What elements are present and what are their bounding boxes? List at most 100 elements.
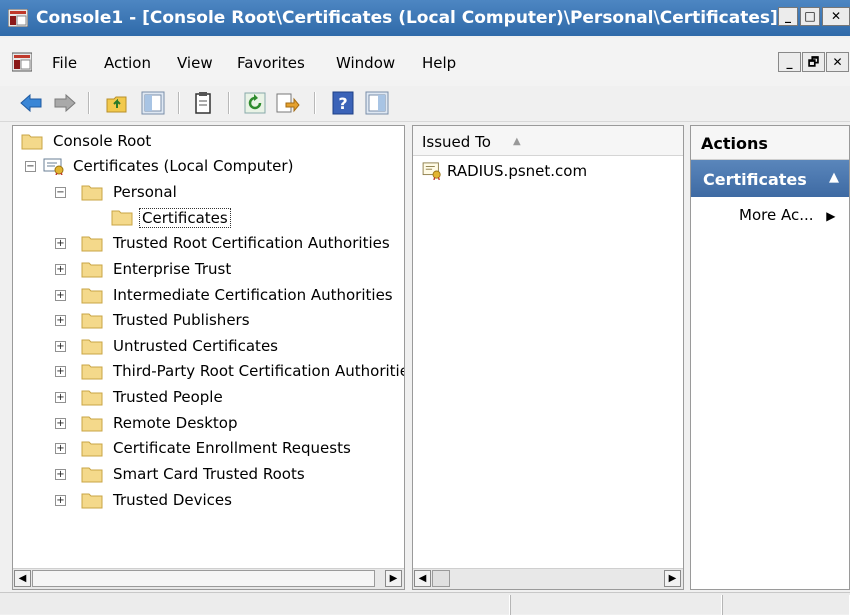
svg-text:?: ? [338,94,347,113]
tree-item-label: Untrusted Certificates [113,337,278,355]
expand-toggle[interactable]: + [55,392,66,403]
tree-item-label: Third-Party Root Certification Authoriti… [113,362,404,380]
scrollbar-thumb[interactable] [432,570,450,587]
toolbar-separator [314,92,316,114]
maximize-button[interactable]: □ [800,7,820,26]
folder-icon [81,467,103,483]
expand-toggle[interactable]: + [55,341,66,352]
status-cell-tertiary [722,595,850,615]
menu-help[interactable]: Help [422,54,456,72]
mmc-console-icon [8,9,28,27]
menu-file[interactable]: File [52,54,77,72]
folder-icon [81,390,103,406]
tree-item-label: Trusted Publishers [113,311,250,329]
expand-toggle[interactable]: + [55,469,66,480]
certificate-snapin-icon [43,158,64,175]
tree-item-label: Trusted Root Certification Authorities [113,234,390,252]
help-icon[interactable]: ? [330,90,356,116]
actions-header-label: Actions [701,134,768,153]
menu-favorites[interactable]: Favorites [237,54,305,72]
results-pane[interactable]: Issued To ▲ RADIUS.psnet.com ◀ ▶ [412,125,684,590]
expand-toggle[interactable]: + [55,315,66,326]
status-bar [0,592,850,615]
tree-item-label: Console Root [53,132,152,150]
menu-window[interactable]: Window [336,54,395,72]
folder-icon [81,236,103,252]
tree-horizontal-scrollbar[interactable]: ◀ ▶ [13,568,404,589]
tree-item-label: Trusted Devices [113,491,232,509]
expand-toggle[interactable]: + [55,418,66,429]
refresh-icon[interactable] [242,90,268,116]
column-header-issued-to[interactable]: Issued To ▲ [413,126,683,156]
folder-icon [81,441,103,457]
forward-icon[interactable] [52,90,78,116]
folder-icon [21,134,43,150]
folder-icon [81,339,103,355]
folder-icon [81,185,103,201]
folder-icon [81,416,103,432]
status-cell-secondary [510,595,722,615]
menu-action[interactable]: Action [104,54,151,72]
menu-bar: File Action View Favorites Window Help _… [0,38,850,86]
actions-section-title: Certificates [703,170,807,189]
expand-toggle[interactable]: + [55,290,66,301]
tree-item-label: Certificates (Local Computer) [73,157,294,175]
expand-toggle[interactable]: + [55,366,66,377]
tree-item-label: Intermediate Certification Authorities [113,286,393,304]
toolbar-separator [228,92,230,114]
up-folder-icon[interactable] [104,90,130,116]
export-list-icon[interactable] [274,90,300,116]
more-actions-label: More Ac... [739,206,814,224]
mdi-minimize-button[interactable]: _ [778,52,801,72]
sort-ascending-icon: ▲ [513,136,521,147]
folder-icon [81,313,103,329]
close-button[interactable]: ✕ [822,7,850,26]
toolbar: ? [0,86,850,122]
show-hide-tree-icon[interactable] [140,90,166,116]
back-icon[interactable] [18,90,44,116]
actions-section-certificates[interactable]: Certificates ▲ [691,160,849,197]
scrollbar-thumb[interactable] [32,570,375,587]
console-menu-icon[interactable] [12,52,32,72]
minimize-button[interactable]: _ [778,7,798,26]
expand-toggle[interactable]: + [55,264,66,275]
collapse-section-icon[interactable]: ▲ [829,170,839,185]
expand-toggle[interactable]: + [55,238,66,249]
tree-item-label: Remote Desktop [113,414,238,432]
title-bar: Console1 - [Console Root\Certificates (L… [0,0,850,36]
scroll-left-button[interactable]: ◀ [14,570,31,587]
scroll-left-button[interactable]: ◀ [414,570,431,587]
folder-icon [81,288,103,304]
tree-item-label: Enterprise Trust [113,260,232,278]
scroll-right-button[interactable]: ▶ [385,570,402,587]
collapse-toggle[interactable]: − [25,161,36,172]
mdi-restore-button[interactable]: 🗗 [802,52,825,72]
folder-icon [111,210,133,226]
column-header-label: Issued To [422,133,491,151]
window-title: Console1 - [Console Root\Certificates (L… [36,8,778,28]
tree-item-label: Certificates [139,208,231,228]
results-horizontal-scrollbar[interactable]: ◀ ▶ [413,568,683,589]
actions-pane: Actions Certificates ▲ More Ac... ▶ [690,125,850,590]
more-actions-item[interactable]: More Ac... ▶ [739,206,836,224]
tree-item-store[interactable]: + Third-Party Root Certification Authori… [55,361,404,385]
menu-view[interactable]: View [177,54,213,72]
copy-icon[interactable] [190,90,216,116]
console-tree-pane[interactable]: Console Root − Certificates (Local Compu… [12,125,405,590]
tree-item-label: Trusted People [113,388,223,406]
certificate-icon [422,162,441,180]
show-hide-action-pane-icon[interactable] [364,90,390,116]
scroll-right-button[interactable]: ▶ [664,570,681,587]
tree-item-label: Smart Card Trusted Roots [113,465,305,483]
actions-header: Actions [691,126,849,160]
expand-toggle[interactable]: + [55,495,66,506]
folder-icon [81,493,103,509]
tree-item-label: Personal [113,183,177,201]
toolbar-separator [88,92,90,114]
toolbar-separator [178,92,180,114]
expand-toggle[interactable]: + [55,443,66,454]
issued-to-value: RADIUS.psnet.com [447,162,588,180]
folder-icon [81,262,103,278]
collapse-toggle[interactable]: − [55,187,66,198]
mdi-close-button[interactable]: ✕ [826,52,849,72]
